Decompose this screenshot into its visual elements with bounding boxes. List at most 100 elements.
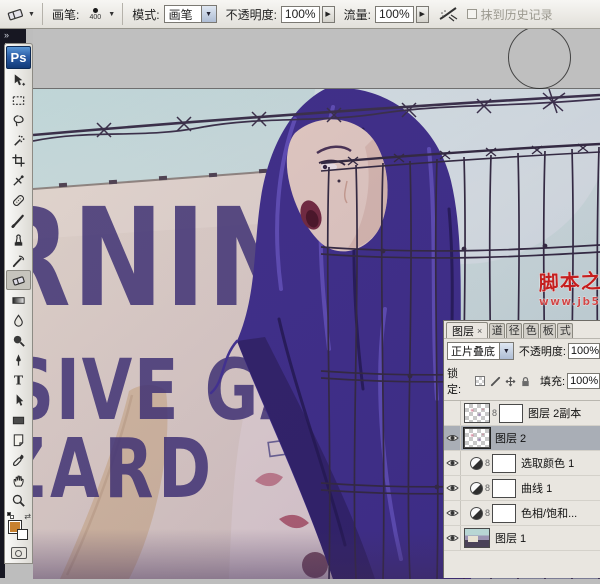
- layer-row-curves[interactable]: 8 曲线 1: [444, 476, 600, 501]
- dock-collapse-button[interactable]: »: [0, 29, 26, 43]
- flow-input[interactable]: 100%: [375, 6, 414, 23]
- brush-preset-picker[interactable]: 400: [84, 8, 106, 21]
- healing-brush-tool-icon: [11, 193, 26, 208]
- visibility-toggle[interactable]: [444, 451, 461, 475]
- tab-channels[interactable]: 道: [489, 323, 505, 338]
- watermark-title: 脚本之家: [538, 268, 600, 295]
- adjustment-layer-icon[interactable]: [470, 482, 483, 495]
- airbrush-icon[interactable]: [437, 5, 459, 23]
- slice-tool[interactable]: [6, 170, 31, 190]
- lock-position-button[interactable]: [504, 375, 516, 387]
- notes-tool[interactable]: [6, 430, 31, 450]
- dropdown-arrow-icon[interactable]: ▼: [201, 6, 216, 22]
- layer-mask-thumbnail[interactable]: [492, 504, 516, 523]
- gradient-tool[interactable]: [6, 290, 31, 310]
- dodge-tool[interactable]: [6, 330, 31, 350]
- dropdown-arrow-icon[interactable]: ▼: [499, 343, 513, 359]
- layer-name[interactable]: 图层 1: [495, 530, 526, 546]
- chevron-down-icon[interactable]: ▼: [108, 11, 115, 18]
- layer-row-selective-color[interactable]: 8 选取颜色 1: [444, 451, 600, 476]
- erase-to-history-toggle[interactable]: 抹到历史记录: [467, 6, 553, 23]
- eye-icon: [446, 483, 459, 493]
- layer-mask-thumbnail[interactable]: [492, 454, 516, 473]
- visibility-toggle[interactable]: [444, 401, 461, 425]
- layer-name[interactable]: 图层 2: [495, 430, 526, 446]
- shape-tool[interactable]: [6, 410, 31, 430]
- crop-tool[interactable]: [6, 150, 31, 170]
- layer-mask-thumbnail[interactable]: [492, 479, 516, 498]
- pen-tool[interactable]: [6, 350, 31, 370]
- layer-thumbnail[interactable]: [464, 403, 490, 423]
- hand-tool[interactable]: [6, 470, 31, 490]
- layer-name[interactable]: 色相/饱和...: [521, 505, 577, 521]
- layer-row-layer1[interactable]: 图层 1: [444, 526, 600, 551]
- adjustment-layer-icon[interactable]: [470, 507, 483, 520]
- type-tool-icon: T: [11, 373, 26, 388]
- tab-layers[interactable]: 图层 ×: [446, 322, 488, 338]
- checkbox-icon[interactable]: [467, 9, 477, 19]
- layer-row-hue-saturation[interactable]: 8 色相/饱和...: [444, 501, 600, 526]
- move-tool[interactable]: [6, 70, 31, 90]
- eraser-tool[interactable]: [6, 270, 31, 290]
- tab-styles[interactable]: 式: [557, 323, 573, 338]
- opacity-input[interactable]: 100%: [281, 6, 320, 23]
- pen-tool-icon: [11, 353, 26, 368]
- magic-wand-tool[interactable]: [6, 130, 31, 150]
- blend-mode-dropdown[interactable]: 正片叠底 ▼: [447, 342, 514, 360]
- brush-tip-icon: [93, 8, 98, 13]
- layer-row-layer2-copy[interactable]: 8 图层 2副本: [444, 401, 600, 426]
- panel-opacity-input[interactable]: 100%: [568, 343, 600, 359]
- layer-name[interactable]: 图层 2副本: [528, 405, 581, 421]
- move-tool-icon: [11, 73, 26, 88]
- zoom-tool[interactable]: [6, 490, 31, 510]
- visibility-toggle[interactable]: [444, 476, 461, 500]
- path-select-tool-icon: [11, 393, 26, 408]
- flow-label: 流量:: [344, 6, 371, 23]
- lasso-tool[interactable]: [6, 110, 31, 130]
- visibility-toggle[interactable]: [444, 426, 461, 450]
- layer-name[interactable]: 曲线 1: [521, 480, 552, 496]
- path-select-tool[interactable]: [6, 390, 31, 410]
- clone-stamp-tool[interactable]: [6, 230, 31, 250]
- lock-transparency-button[interactable]: [474, 375, 486, 387]
- marquee-tool[interactable]: [6, 90, 31, 110]
- eyedropper-tool[interactable]: [6, 450, 31, 470]
- quick-mask-button[interactable]: [11, 547, 27, 559]
- blur-tool[interactable]: [6, 310, 31, 330]
- brush-tool-icon: [11, 213, 26, 228]
- tab-paths[interactable]: 径: [506, 323, 522, 338]
- mask-link-icon: 8: [492, 408, 497, 418]
- healing-brush-tool[interactable]: [6, 190, 31, 210]
- mask-link-icon: 8: [485, 508, 490, 518]
- blur-tool-icon: [11, 313, 26, 328]
- visibility-toggle[interactable]: [444, 501, 461, 525]
- brush-tool[interactable]: [6, 210, 31, 230]
- mode-dropdown[interactable]: 画笔 ▼: [164, 5, 217, 23]
- tool-preset-button[interactable]: ▼: [6, 6, 35, 22]
- tab-swatches[interactable]: 板: [540, 323, 556, 338]
- layer-thumbnail[interactable]: [464, 528, 490, 548]
- eye-icon: [446, 533, 459, 543]
- layer-thumbnail[interactable]: [464, 428, 490, 448]
- mask-link-icon: 8: [485, 483, 490, 493]
- opacity-slider-button[interactable]: ▶: [322, 6, 335, 23]
- panel-opacity-label: 不透明度:: [519, 343, 566, 359]
- layer-name[interactable]: 选取颜色 1: [521, 455, 574, 471]
- fill-input[interactable]: 100%: [567, 373, 600, 389]
- tab-color[interactable]: 色: [523, 323, 539, 338]
- visibility-toggle[interactable]: [444, 526, 461, 550]
- adjustment-layer-icon[interactable]: [470, 457, 483, 470]
- lock-all-button[interactable]: [519, 375, 531, 387]
- layer-row-layer2[interactable]: 图层 2: [444, 426, 600, 451]
- default-colors-icon[interactable]: [7, 512, 14, 519]
- background-color-swatch[interactable]: [17, 529, 28, 540]
- flow-slider-button[interactable]: ▶: [416, 6, 429, 23]
- type-tool[interactable]: T: [6, 370, 31, 390]
- tab-close-icon[interactable]: ×: [477, 326, 482, 336]
- history-brush-tool[interactable]: [6, 250, 31, 270]
- lock-pixels-icon: [490, 376, 501, 387]
- opacity-value: 100%: [285, 7, 316, 21]
- lock-pixels-button[interactable]: [489, 375, 501, 387]
- swap-colors-icon[interactable]: ⇄: [24, 512, 31, 521]
- layer-mask-thumbnail[interactable]: [499, 404, 523, 423]
